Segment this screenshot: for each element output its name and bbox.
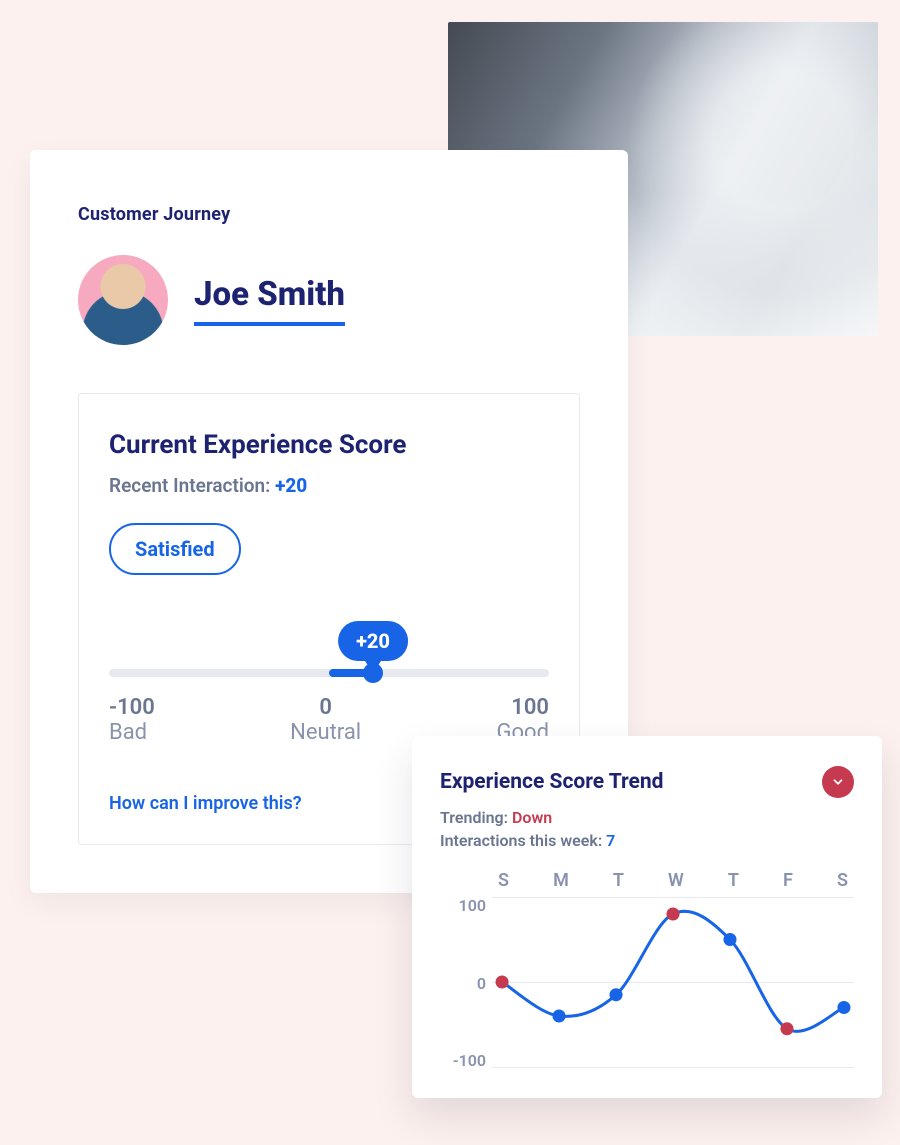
trend-xaxis: SMTWTFS: [492, 870, 854, 891]
trend-header: Experience Score Trend: [440, 766, 854, 798]
gridline: [492, 1067, 854, 1068]
customer-name[interactable]: Joe Smith: [194, 275, 345, 326]
scale-max-value: 100: [497, 695, 550, 720]
xtick: W: [668, 870, 684, 891]
avatar[interactable]: [78, 255, 168, 345]
experience-trend-card: Experience Score Trend Trending: Down In…: [412, 736, 882, 1098]
trend-plot-area: [492, 897, 854, 1067]
scale-mid-label: Neutral: [290, 720, 361, 745]
recent-interaction-value: +20: [275, 474, 307, 497]
trending-row: Trending: Down: [440, 808, 854, 827]
recent-interaction-label: Recent Interaction:: [109, 474, 270, 497]
trend-point[interactable]: [553, 1010, 566, 1023]
score-badge: +20: [338, 621, 408, 661]
recent-interaction-row: Recent Interaction: +20: [109, 474, 549, 497]
interactions-row: Interactions this week: 7: [440, 831, 854, 850]
interactions-value: 7: [606, 831, 615, 850]
trend-chart: 100 0 -100 S M T W T F S: [440, 870, 854, 1070]
trend-point[interactable]: [780, 1022, 793, 1035]
status-pill[interactable]: Satisfied: [109, 523, 241, 575]
scale-mid-value: 0: [290, 695, 361, 720]
trending-value: Down: [512, 808, 552, 827]
scale-min-label: Bad: [109, 720, 147, 745]
score-title: Current Experience Score: [109, 430, 549, 460]
trending-label: Trending:: [440, 808, 508, 827]
trend-point[interactable]: [723, 933, 736, 946]
trend-yaxis: 100 0 -100: [440, 870, 486, 1070]
trend-point[interactable]: [666, 908, 679, 921]
trend-line-svg: [492, 897, 854, 1067]
trend-collapse-button[interactable]: [822, 766, 854, 798]
xtick: S: [837, 870, 848, 891]
score-handle[interactable]: [363, 663, 383, 683]
interactions-label: Interactions this week:: [440, 831, 602, 850]
section-title: Customer Journey: [78, 204, 580, 225]
ytick: 0: [440, 974, 486, 993]
xtick: T: [613, 870, 624, 891]
trend-point[interactable]: [496, 976, 509, 989]
xtick: F: [783, 870, 793, 891]
trend-title: Experience Score Trend: [440, 770, 664, 794]
score-scale: +20 -100 Bad 0 Neutral 100 Good: [109, 629, 549, 745]
xtick: M: [553, 870, 569, 891]
profile-row: Joe Smith: [78, 255, 580, 345]
chevron-down-icon: [831, 775, 845, 789]
scale-min-value: -100: [109, 695, 155, 720]
trend-point[interactable]: [609, 988, 622, 1001]
ytick: 100: [440, 896, 486, 915]
trend-point[interactable]: [837, 1001, 850, 1014]
ytick: -100: [440, 1051, 486, 1070]
xtick: T: [728, 870, 739, 891]
score-track[interactable]: [109, 669, 549, 677]
xtick: S: [498, 870, 509, 891]
